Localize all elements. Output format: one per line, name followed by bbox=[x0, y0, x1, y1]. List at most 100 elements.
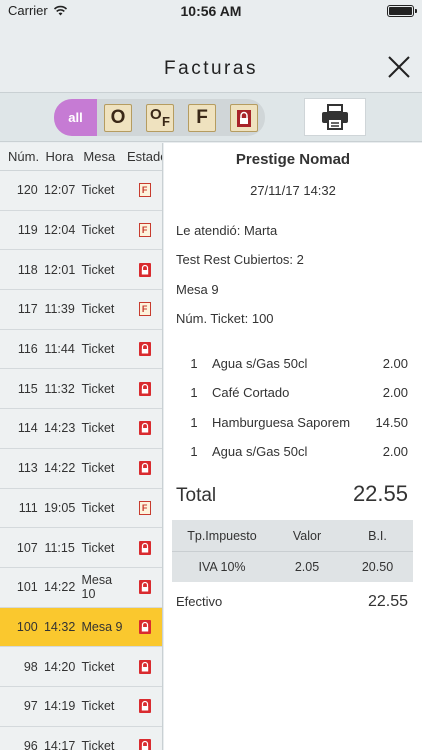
list-item[interactable]: 120 12:07 Ticket F bbox=[0, 171, 162, 211]
invoice-number: 118 bbox=[17, 262, 38, 277]
invoice-time: 14:23 bbox=[43, 421, 76, 436]
invoice-number: 120 bbox=[16, 183, 38, 198]
filter-open-invoice-button[interactable]: OF bbox=[139, 99, 181, 136]
invoice-time: 12:01 bbox=[43, 262, 76, 277]
header-num: Núm. bbox=[8, 149, 40, 164]
receipt-line: 1 Hamburguesa Saporem 14.50 bbox=[190, 415, 408, 430]
list-item[interactable]: 96 14:17 Ticket bbox=[0, 727, 162, 750]
receipt-line: 1 Café Cortado 2.00 bbox=[190, 385, 408, 400]
invoice-time: 14:22 bbox=[43, 461, 76, 476]
receipt-line: 1 Agua s/Gas 50cl 2.00 bbox=[190, 444, 408, 459]
invoice-number: 117 bbox=[17, 302, 38, 317]
invoice-table: Ticket bbox=[81, 223, 115, 238]
invoice-status bbox=[127, 619, 162, 634]
invoice-status bbox=[127, 659, 162, 674]
invoice-icon: F bbox=[188, 103, 216, 132]
payment-method: Efectivo bbox=[176, 594, 223, 609]
invoice-time: 14:20 bbox=[43, 659, 76, 674]
status-filter-group: all O OF F bbox=[54, 99, 265, 136]
open-ticket-icon: O bbox=[104, 103, 132, 132]
tax-table: Tp.Impuesto Valor B.I. IVA 10% 2.05 20.5… bbox=[172, 520, 413, 582]
invoice-time: 11:39 bbox=[44, 302, 75, 317]
list-item[interactable]: 97 14:19 Ticket bbox=[0, 687, 162, 727]
invoice-time: 12:07 bbox=[43, 183, 76, 198]
invoice-number: 101 bbox=[16, 580, 38, 595]
tax-row: IVA 10% 2.05 20.50 bbox=[172, 551, 413, 582]
invoice-status bbox=[127, 262, 162, 277]
invoice-table: Mesa 10 bbox=[81, 573, 113, 602]
invoice-status bbox=[127, 342, 162, 357]
close-button[interactable] bbox=[386, 54, 412, 80]
invoice-status bbox=[127, 699, 162, 714]
invoice-number: 107 bbox=[16, 540, 38, 555]
list-item[interactable]: 116 11:44 Ticket bbox=[0, 330, 162, 370]
invoice-status bbox=[127, 540, 162, 555]
invoice-number: 114 bbox=[17, 421, 38, 436]
invoice-number: 97 bbox=[23, 699, 38, 714]
list-item[interactable]: 114 14:23 Ticket bbox=[0, 409, 162, 449]
list-item[interactable]: 100 14:32 Mesa 9 bbox=[0, 607, 162, 648]
invoice-table: Ticket bbox=[81, 540, 115, 555]
list-item[interactable]: 111 19:05 Ticket F bbox=[0, 489, 162, 529]
payment-row: Efectivo 22.55 bbox=[176, 593, 408, 611]
invoice-status bbox=[127, 461, 162, 476]
lock-icon bbox=[138, 342, 151, 357]
list-item[interactable]: 118 12:01 Ticket bbox=[0, 250, 162, 291]
list-item[interactable]: 117 11:39 Ticket F bbox=[0, 290, 162, 330]
lock-icon bbox=[138, 540, 151, 555]
receipt-panel: Prestige Nomad 27/11/17 14:32 Le atendió… bbox=[164, 143, 422, 750]
invoice-status: F bbox=[127, 500, 162, 515]
lock-icon bbox=[138, 580, 151, 595]
invoice-number: 115 bbox=[17, 381, 38, 396]
invoice-time: 11:15 bbox=[44, 540, 75, 555]
ticket-number: Núm. Ticket: 100 bbox=[176, 311, 274, 326]
filter-all-button[interactable]: all bbox=[54, 99, 97, 136]
tax-header-row: Tp.Impuesto Valor B.I. bbox=[187, 528, 387, 543]
receipt-total: Total 22.55 bbox=[176, 481, 408, 507]
total-value: 22.55 bbox=[352, 481, 408, 506]
filter-open-button[interactable]: O bbox=[97, 99, 139, 136]
invoice-list[interactable]: Núm. Hora Mesa Estado 12012:07TicketF119… bbox=[0, 143, 163, 750]
list-item[interactable]: 115 11:32 Ticket bbox=[0, 369, 162, 410]
list-item[interactable]: 113 14:22 Ticket bbox=[0, 449, 162, 489]
clock: 10:56 AM bbox=[180, 3, 242, 19]
shop-name: Prestige Nomad bbox=[235, 151, 351, 168]
list-item[interactable]: 101 14:22 Mesa 10 bbox=[0, 568, 162, 608]
lock-icon bbox=[138, 659, 151, 674]
battery-icon bbox=[387, 5, 417, 17]
invoice-number: 100 bbox=[16, 619, 38, 634]
invoice-table: Ticket bbox=[81, 381, 115, 396]
invoice-number: 96 bbox=[23, 738, 38, 750]
invoice-table: Mesa 9 bbox=[81, 619, 123, 634]
invoice-time: 14:32 bbox=[43, 619, 76, 634]
status-bar: Carrier 10:56 AM bbox=[0, 0, 422, 22]
invoice-time: 11:44 bbox=[44, 342, 75, 357]
invoice-table: Ticket bbox=[81, 342, 115, 357]
invoice-table: Ticket bbox=[81, 461, 115, 476]
receipt-date: 27/11/17 14:32 bbox=[250, 183, 336, 198]
invoice-number: 119 bbox=[17, 223, 38, 238]
payment-amount: 22.55 bbox=[367, 593, 408, 610]
filter-bar: all O OF F bbox=[0, 92, 422, 142]
list-item[interactable]: 107 11:15 Ticket bbox=[0, 528, 162, 568]
receipt-line: 1 Agua s/Gas 50cl 2.00 bbox=[190, 356, 408, 371]
lock-icon bbox=[138, 421, 151, 436]
open-invoice-icon: OF bbox=[146, 103, 174, 132]
filter-invoice-button[interactable]: F bbox=[181, 99, 223, 136]
invoice-time: 12:04 bbox=[43, 223, 76, 238]
cubiertos-info: Test Rest Cubiertos: 2 bbox=[176, 252, 304, 267]
invoice-status: F bbox=[127, 223, 162, 238]
list-item[interactable]: 119 12:04 Ticket F bbox=[0, 211, 162, 251]
invoice-time: 14:22 bbox=[43, 580, 76, 595]
filter-closed-button[interactable] bbox=[223, 99, 265, 136]
lock-icon bbox=[138, 738, 151, 750]
lock-icon bbox=[138, 461, 151, 476]
invoice-icon: F bbox=[138, 500, 151, 515]
list-item[interactable]: 98 14:20 Ticket bbox=[0, 647, 162, 687]
invoice-status bbox=[127, 421, 162, 436]
invoice-table: Ticket bbox=[81, 500, 115, 515]
header-mesa: Mesa bbox=[83, 149, 116, 164]
invoice-table: Ticket bbox=[81, 421, 115, 436]
invoice-table: Ticket bbox=[81, 738, 115, 750]
print-button[interactable] bbox=[304, 98, 366, 136]
